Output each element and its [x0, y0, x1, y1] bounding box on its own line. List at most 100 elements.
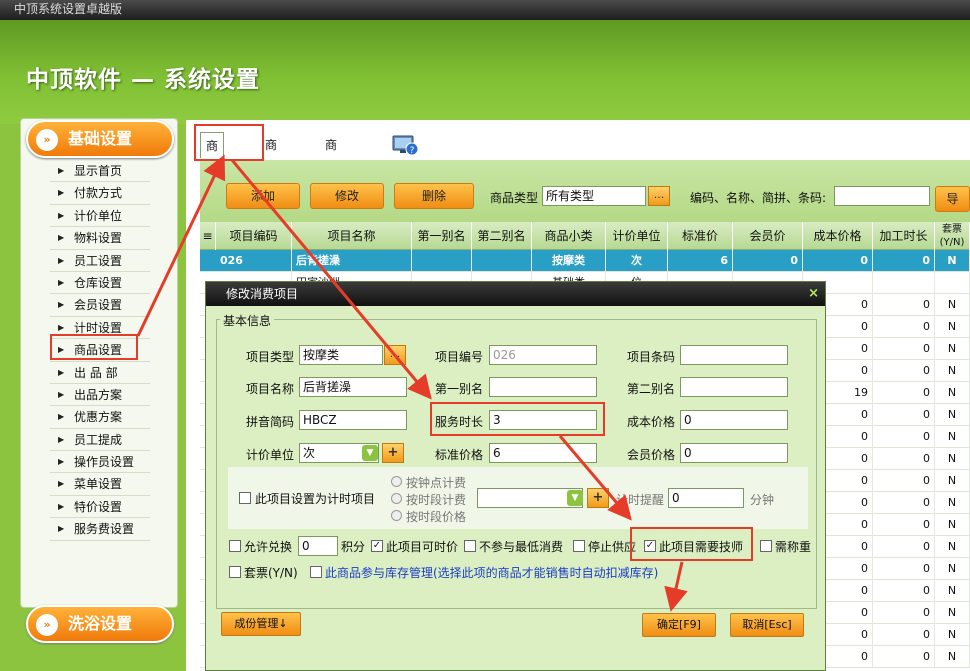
table-cell: N — [935, 316, 970, 338]
sidebar-item[interactable]: ▶ 会员设置 — [50, 294, 150, 317]
alias2-label: 第二别名 — [627, 382, 676, 396]
column-header[interactable]: 计价单位 — [606, 222, 668, 250]
sidebar-item[interactable]: ▶ 出品方案 — [50, 384, 150, 407]
chevron-down-icon[interactable]: ▼ — [567, 490, 583, 506]
radio-hourly[interactable] — [391, 476, 402, 487]
std-price-label: 标准价格 — [435, 448, 484, 462]
sidebar-item-label: 员工设置 — [74, 253, 123, 268]
sidebar-item[interactable]: ▶ 付款方式 — [50, 182, 150, 205]
alias1-field[interactable] — [489, 377, 597, 397]
item-type-field[interactable]: 按摩类 — [299, 345, 383, 365]
column-header[interactable]: 项目编码 — [216, 222, 292, 250]
sidebar-item[interactable]: ▶ 服务费设置 — [50, 518, 150, 541]
alias2-field[interactable] — [680, 377, 788, 397]
table-cell — [412, 250, 472, 272]
edit-button[interactable]: 修改 — [310, 183, 384, 209]
minute-label: 分钟 — [750, 493, 775, 507]
sidebar-section-basic[interactable]: » 基础设置 — [26, 120, 174, 158]
sidebar-item-label: 显示首页 — [74, 164, 123, 178]
pinyin-label: 拼音简码 — [246, 415, 295, 429]
column-header[interactable]: 标准价 — [668, 222, 733, 250]
ok-button[interactable]: 确定[F9] — [642, 613, 716, 637]
points-field[interactable]: 0 — [298, 536, 338, 556]
column-header[interactable]: 项目名称 — [292, 222, 412, 250]
table-row[interactable]: 026 后背搓澡 按摩类次 6 0 0 0 N — [200, 250, 970, 272]
help-monitor-icon[interactable]: ? — [392, 134, 420, 156]
timing-price-checkbox[interactable]: ✓ — [371, 540, 383, 552]
table-cell: 后背搓澡 — [292, 250, 412, 272]
window-title: 中顶系统设置卓越版 — [14, 2, 123, 16]
goods-type-field[interactable]: 所有类型 — [542, 186, 646, 206]
item-type-picker-button[interactable]: ... — [384, 345, 406, 365]
table-cell: 6 — [668, 250, 733, 272]
column-header[interactable]: 成本价格 — [803, 222, 873, 250]
column-header[interactable]: 商品小类 — [532, 222, 606, 250]
radio-hourly-label: 按钟点计费 — [406, 476, 467, 490]
stock-management-label: 此商品参与库存管理(选择此项的商品才能销售时自动扣减库存) — [325, 566, 659, 580]
sidebar-item[interactable]: ▶ 显示首页 — [50, 160, 150, 183]
std-price-field[interactable]: 6 — [489, 443, 597, 463]
table-cell — [935, 272, 970, 294]
sidebar-item[interactable]: ▶ 菜单设置 — [50, 473, 150, 496]
stock-management-checkbox[interactable] — [310, 566, 322, 578]
column-header[interactable]: 第一别名 — [412, 222, 472, 250]
item-code-field[interactable]: 026 — [489, 345, 597, 365]
export-button[interactable]: 导 — [935, 186, 970, 212]
sidebar-section-bath[interactable]: » 洗浴设置 — [26, 605, 174, 643]
close-icon[interactable]: × — [808, 282, 819, 306]
need-weigh-checkbox[interactable] — [760, 540, 772, 552]
sidebar-item[interactable]: ▶ 物料设置 — [50, 227, 150, 250]
sidebar-item-label: 出品方案 — [74, 387, 123, 402]
sidebar-item[interactable]: ▶ 员工设置 — [50, 250, 150, 272]
no-min-consumption-checkbox[interactable] — [464, 540, 476, 552]
timed-item-checkbox[interactable] — [239, 492, 251, 504]
basic-info-legend: 基本信息 — [220, 312, 275, 329]
goods-type-picker-button[interactable]: ... — [648, 186, 670, 206]
column-header[interactable]: 套票(Y/N) — [935, 222, 970, 250]
stop-supply-checkbox[interactable] — [573, 540, 585, 552]
delete-button[interactable]: 删除 — [394, 183, 474, 209]
cost-price-field[interactable]: 0 — [680, 410, 788, 430]
sidebar-item[interactable]: ▶ 计价单位 — [50, 205, 150, 228]
sidebar-section-label: 基础设置 — [68, 129, 133, 148]
components-button[interactable]: 成份管理↓ — [221, 612, 301, 636]
add-button[interactable]: 添加 — [226, 183, 300, 209]
allow-exchange-checkbox[interactable] — [229, 540, 241, 552]
table-cell: 0 — [873, 448, 935, 470]
sidebar-item-label: 特价设置 — [74, 499, 123, 514]
chevron-down-icon[interactable]: ▼ — [362, 445, 378, 461]
radio-period-billing[interactable] — [391, 493, 402, 504]
member-price-field[interactable]: 0 — [680, 443, 788, 463]
radio-period-price[interactable] — [391, 510, 402, 521]
table-cell: 0 — [873, 382, 935, 404]
add-period-button[interactable]: + — [587, 488, 609, 508]
barcode-field[interactable] — [680, 345, 788, 365]
search-input[interactable] — [834, 186, 930, 206]
bullet-arrow-icon: ▶ — [58, 300, 65, 310]
remind-field[interactable]: 0 — [668, 488, 744, 508]
sidebar-item[interactable]: ▶ 出 品 部 — [50, 362, 150, 384]
add-unit-button[interactable]: + — [382, 443, 404, 463]
cancel-button[interactable]: 取消[Esc] — [730, 613, 804, 637]
table-cell: 0 — [873, 250, 935, 272]
column-header[interactable]: 加工时长 — [873, 222, 935, 250]
sidebar-item[interactable]: ▶ 仓库设置 — [50, 272, 150, 295]
table-cell: N — [935, 580, 970, 602]
sidebar-item-label: 仓库设置 — [74, 275, 123, 290]
table-cell: N — [935, 536, 970, 558]
column-header[interactable]: 会员价 — [733, 222, 803, 250]
window-title-bar: 中顶系统设置卓越版 — [0, 0, 970, 20]
item-name-field[interactable]: 后背搓澡 — [299, 377, 407, 397]
annotation-box-tab — [194, 124, 264, 161]
sidebar-item[interactable]: ▶ 特价设置 — [50, 496, 150, 519]
dialog-title: 修改消费项目 — [206, 282, 825, 306]
sidebar-item[interactable]: ▶ 员工提成 — [50, 429, 150, 452]
package-ticket-checkbox[interactable] — [229, 566, 241, 578]
sidebar-item[interactable]: ▶ 操作员设置 — [50, 451, 150, 474]
tab-goods-subcategory[interactable]: 商品小类 — [320, 132, 343, 230]
sidebar-item[interactable]: ▶ 优惠方案 — [50, 406, 150, 429]
pinyin-field[interactable]: HBCZ — [299, 410, 407, 430]
cost-price-label: 成本价格 — [627, 415, 676, 429]
table-cell: 0 — [873, 536, 935, 558]
column-header[interactable]: 第二别名 — [472, 222, 532, 250]
